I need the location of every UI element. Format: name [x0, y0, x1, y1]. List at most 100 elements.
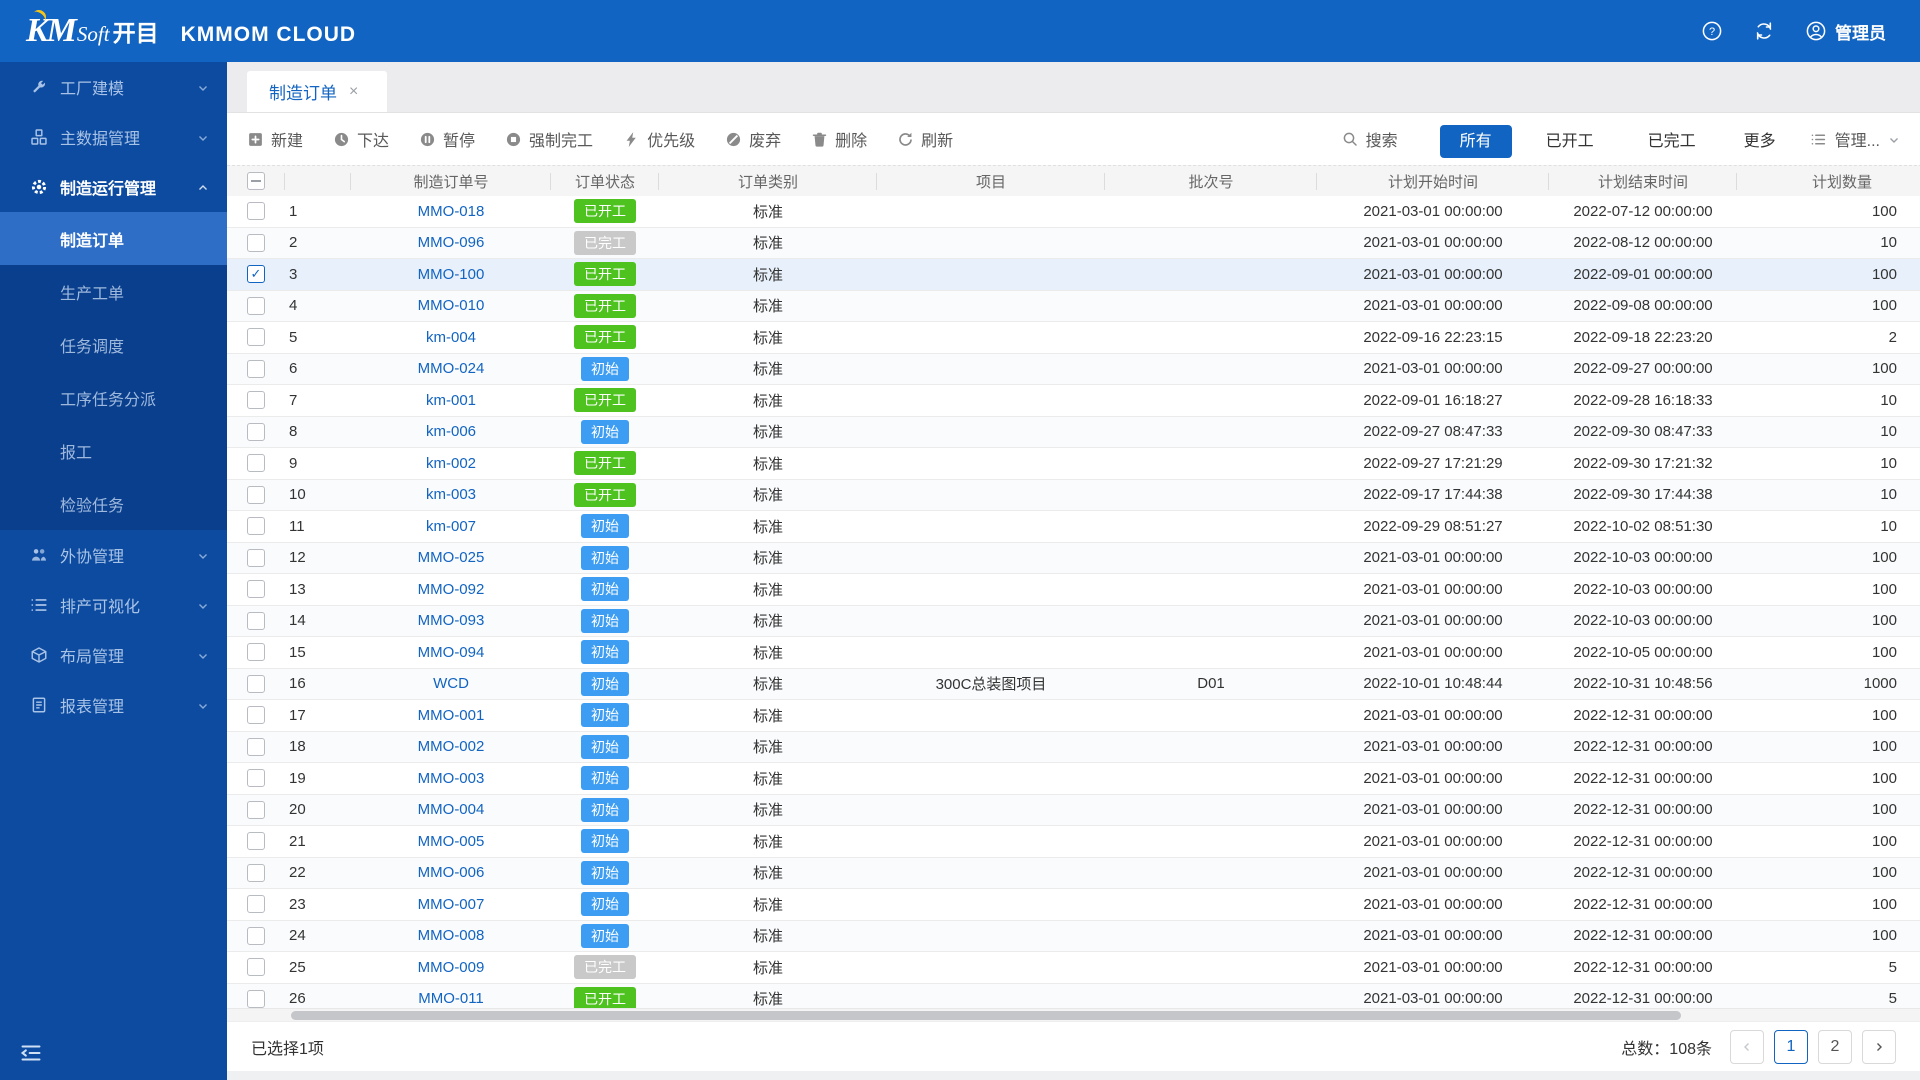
row-checkbox[interactable]: [247, 454, 265, 472]
help-icon[interactable]: ?: [1701, 20, 1723, 42]
order-number-link[interactable]: km-004: [426, 329, 476, 346]
table-row[interactable]: 18MMO-002初始标准2021-03-01 00:00:002022-12-…: [227, 732, 1920, 764]
table-row[interactable]: 11km-007初始标准2022-09-29 08:51:272022-10-0…: [227, 511, 1920, 543]
row-checkbox[interactable]: [247, 549, 265, 567]
filter-button[interactable]: 所有: [1440, 125, 1512, 158]
toolbar-action-button[interactable]: 下达: [333, 127, 389, 151]
row-checkbox[interactable]: [247, 328, 265, 346]
horizontal-scrollbar[interactable]: [227, 1008, 1920, 1021]
row-checkbox[interactable]: [247, 990, 265, 1008]
table-row[interactable]: 10km-003已开工标准2022-09-17 17:44:382022-09-…: [227, 480, 1920, 512]
table-row[interactable]: 25MMO-009已完工标准2021-03-01 00:00:002022-12…: [227, 952, 1920, 984]
prev-page-button[interactable]: [1730, 1030, 1764, 1064]
order-number-link[interactable]: MMO-011: [418, 990, 484, 1007]
row-checkbox[interactable]: [247, 265, 265, 283]
row-checkbox[interactable]: [247, 202, 265, 220]
row-checkbox[interactable]: [247, 580, 265, 598]
next-page-button[interactable]: [1862, 1030, 1896, 1064]
table-row[interactable]: 9km-002已开工标准2022-09-27 17:21:292022-09-3…: [227, 448, 1920, 480]
order-number-link[interactable]: MMO-001: [418, 707, 485, 724]
table-row[interactable]: 19MMO-003初始标准2021-03-01 00:00:002022-12-…: [227, 763, 1920, 795]
sidebar-subitem[interactable]: 报工: [0, 424, 227, 477]
row-checkbox[interactable]: [247, 675, 265, 693]
table-row[interactable]: 22MMO-006初始标准2021-03-01 00:00:002022-12-…: [227, 858, 1920, 890]
table-row[interactable]: 24MMO-008初始标准2021-03-01 00:00:002022-12-…: [227, 921, 1920, 953]
sidebar-collapse-icon[interactable]: [18, 1040, 44, 1066]
order-number-link[interactable]: MMO-008: [418, 927, 485, 944]
row-checkbox[interactable]: [247, 297, 265, 315]
order-number-link[interactable]: km-006: [426, 423, 476, 440]
table-row[interactable]: 2MMO-096已完工标准2021-03-01 00:00:002022-08-…: [227, 228, 1920, 260]
row-checkbox[interactable]: [247, 769, 265, 787]
table-row[interactable]: 20MMO-004初始标准2021-03-01 00:00:002022-12-…: [227, 795, 1920, 827]
order-number-link[interactable]: MMO-002: [418, 738, 485, 755]
table-row[interactable]: 14MMO-093初始标准2021-03-01 00:00:002022-10-…: [227, 606, 1920, 638]
table-row[interactable]: 7km-001已开工标准2022-09-01 16:18:272022-09-2…: [227, 385, 1920, 417]
row-checkbox[interactable]: [247, 486, 265, 504]
more-button[interactable]: 更多: [1744, 127, 1776, 151]
sidebar-item-3[interactable]: 制造运行管理: [0, 162, 227, 212]
sidebar-item-2[interactable]: 主数据管理: [0, 112, 227, 162]
page-button-1[interactable]: 1: [1774, 1030, 1808, 1064]
table-row[interactable]: 16WCD初始标准300C总装图项目D012022-10-01 10:48:44…: [227, 669, 1920, 701]
order-number-link[interactable]: MMO-018: [418, 203, 485, 220]
order-number-link[interactable]: MMO-004: [418, 801, 485, 818]
order-number-link[interactable]: MMO-092: [418, 581, 485, 598]
search-button[interactable]: 搜索: [1342, 127, 1398, 151]
table-row[interactable]: 8km-006初始标准2022-09-27 08:47:332022-09-30…: [227, 417, 1920, 449]
table-row[interactable]: 12MMO-025初始标准2021-03-01 00:00:002022-10-…: [227, 543, 1920, 575]
sidebar-subitem[interactable]: 任务调度: [0, 318, 227, 371]
row-checkbox[interactable]: [247, 391, 265, 409]
order-number-link[interactable]: MMO-094: [418, 644, 485, 661]
order-number-link[interactable]: MMO-025: [418, 549, 485, 566]
toolbar-action-button[interactable]: 新建: [247, 127, 303, 151]
order-number-link[interactable]: km-001: [426, 392, 476, 409]
row-checkbox[interactable]: [247, 895, 265, 913]
table-row[interactable]: 21MMO-005初始标准2021-03-01 00:00:002022-12-…: [227, 826, 1920, 858]
order-number-link[interactable]: MMO-009: [418, 959, 485, 976]
order-number-link[interactable]: MMO-003: [418, 770, 485, 787]
row-checkbox[interactable]: [247, 423, 265, 441]
row-checkbox[interactable]: [247, 801, 265, 819]
scrollbar-thumb[interactable]: [291, 1011, 1681, 1020]
row-checkbox[interactable]: [247, 832, 265, 850]
order-number-link[interactable]: MMO-100: [418, 266, 485, 283]
table-row[interactable]: 1MMO-018已开工标准2021-03-01 00:00:002022-07-…: [227, 196, 1920, 228]
order-number-link[interactable]: km-007: [426, 518, 476, 535]
sidebar-subitem[interactable]: 制造订单: [0, 212, 227, 265]
row-checkbox[interactable]: [247, 864, 265, 882]
sidebar-item-4[interactable]: 外协管理: [0, 530, 227, 580]
table-row[interactable]: 17MMO-001初始标准2021-03-01 00:00:002022-12-…: [227, 700, 1920, 732]
sidebar-subitem[interactable]: 工序任务分派: [0, 371, 227, 424]
row-checkbox[interactable]: [247, 517, 265, 535]
table-row[interactable]: 23MMO-007初始标准2021-03-01 00:00:002022-12-…: [227, 889, 1920, 921]
order-number-link[interactable]: MMO-096: [418, 234, 485, 251]
sync-icon[interactable]: [1753, 20, 1775, 42]
row-checkbox[interactable]: [247, 706, 265, 724]
user-menu[interactable]: 管理员: [1805, 19, 1886, 44]
order-number-link[interactable]: MMO-024: [418, 360, 485, 377]
table-row[interactable]: 6MMO-024初始标准2021-03-01 00:00:002022-09-2…: [227, 354, 1920, 386]
row-checkbox[interactable]: [247, 738, 265, 756]
order-number-link[interactable]: MMO-006: [418, 864, 485, 881]
select-all-checkbox[interactable]: [247, 172, 265, 190]
toolbar-action-button[interactable]: 删除: [811, 127, 867, 151]
row-checkbox[interactable]: [247, 958, 265, 976]
row-checkbox[interactable]: [247, 643, 265, 661]
sidebar-item-7[interactable]: 报表管理: [0, 680, 227, 730]
table-row[interactable]: 26MMO-011已开工标准2021-03-01 00:00:002022-12…: [227, 984, 1920, 1009]
filter-button[interactable]: 已开工: [1526, 125, 1614, 158]
toolbar-action-button[interactable]: 刷新: [897, 127, 953, 151]
row-checkbox[interactable]: [247, 612, 265, 630]
sidebar-item-1[interactable]: 工厂建模: [0, 62, 227, 112]
order-number-link[interactable]: km-003: [426, 486, 476, 503]
tab-manufacturing-orders[interactable]: 制造订单 ×: [247, 71, 387, 112]
manage-columns-button[interactable]: 管理...: [1810, 127, 1900, 151]
order-number-link[interactable]: WCD: [433, 675, 469, 692]
order-number-link[interactable]: km-002: [426, 455, 476, 472]
row-checkbox[interactable]: [247, 360, 265, 378]
toolbar-action-button[interactable]: 暂停: [419, 127, 475, 151]
order-number-link[interactable]: MMO-010: [418, 297, 485, 314]
table-row[interactable]: 5km-004已开工标准2022-09-16 22:23:152022-09-1…: [227, 322, 1920, 354]
sidebar-subitem[interactable]: 生产工单: [0, 265, 227, 318]
